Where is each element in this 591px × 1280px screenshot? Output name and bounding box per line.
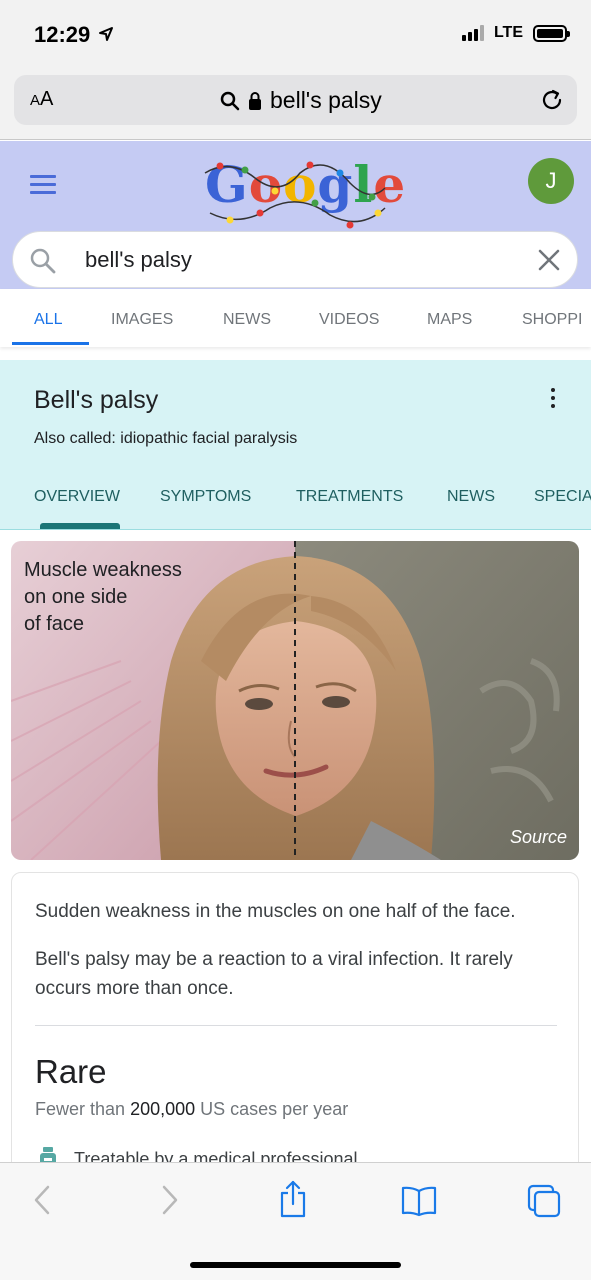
source-link[interactable]: Source — [510, 827, 567, 848]
battery-icon — [533, 24, 570, 42]
tab-symptoms[interactable]: SYMPTOMS — [160, 488, 251, 506]
search-icon — [220, 91, 240, 110]
status-indicators: LTE — [461, 24, 570, 42]
url-display[interactable]: bell's palsy — [220, 87, 382, 114]
back-icon[interactable] — [30, 1183, 54, 1217]
tab-maps[interactable]: MAPS — [427, 311, 472, 329]
status-time: 12:29 — [34, 22, 114, 48]
panel-title: Bell's palsy — [34, 386, 159, 414]
divider — [35, 1025, 557, 1026]
tab-news[interactable]: NEWS — [223, 311, 271, 329]
share-icon[interactable] — [278, 1179, 308, 1219]
location-icon — [99, 27, 114, 41]
menu-icon[interactable] — [30, 175, 56, 199]
bookmarks-icon[interactable] — [400, 1185, 438, 1217]
tab-treatments[interactable]: TREATMENTS — [296, 488, 403, 506]
network-label: LTE — [493, 24, 523, 41]
search-icon[interactable] — [29, 247, 57, 275]
status-bar: 12:29 LTE — [0, 0, 591, 70]
holiday-lights-icon — [204, 161, 386, 229]
search-tabs: ALL IMAGES NEWS VIDEOS MAPS SHOPPI — [0, 289, 591, 347]
tab-kp-news[interactable]: NEWS — [447, 488, 495, 506]
google-header: Google J bell's palsy — [0, 141, 591, 289]
active-panel-tab-indicator — [40, 523, 120, 529]
signal-icon — [461, 25, 484, 41]
lock-icon — [249, 91, 261, 110]
condition-illustration[interactable]: Muscle weakness on one side of face Sour… — [11, 541, 579, 860]
overview-card: Sudden weakness in the muscles on one ha… — [11, 872, 579, 1172]
also-called: Also called: idiopathic facial paralysis — [34, 430, 298, 447]
active-tab-indicator — [12, 342, 89, 345]
tab-overview[interactable]: OVERVIEW — [34, 488, 120, 506]
detail-text: Bell's palsy may be a reaction to a vira… — [35, 949, 513, 999]
account-avatar[interactable]: J — [528, 158, 574, 204]
search-input[interactable]: bell's palsy — [12, 231, 578, 288]
reload-icon[interactable] — [539, 87, 565, 113]
tab-images[interactable]: IMAGES — [111, 311, 173, 329]
tab-specialists[interactable]: SPECIA — [534, 488, 591, 506]
illustration-caption: Muscle weakness on one side of face — [24, 559, 182, 635]
summary-text: Sudden weakness in the muscles on one ha… — [35, 901, 516, 922]
home-indicator[interactable] — [190, 1262, 401, 1268]
rarity-heading: Rare — [35, 1053, 107, 1090]
tabs-icon[interactable] — [526, 1183, 562, 1219]
search-query[interactable]: bell's palsy — [85, 247, 192, 273]
browser-chrome: AA bell's palsy — [0, 70, 591, 140]
tab-videos[interactable]: VIDEOS — [319, 311, 379, 329]
url-text: bell's palsy — [270, 87, 382, 113]
close-icon[interactable] — [537, 248, 561, 272]
tab-all[interactable]: ALL — [34, 311, 62, 329]
address-bar[interactable]: AA bell's palsy — [14, 75, 577, 125]
more-options-icon[interactable] — [546, 388, 560, 412]
forward-icon[interactable] — [158, 1183, 182, 1217]
tab-shopping[interactable]: SHOPPI — [522, 311, 582, 329]
text-size-button[interactable]: AA — [30, 88, 53, 111]
knowledge-panel-header: Bell's palsy Also called: idiopathic fac… — [0, 360, 591, 530]
case-count: Fewer than 200,000 US cases per year — [35, 1099, 349, 1119]
